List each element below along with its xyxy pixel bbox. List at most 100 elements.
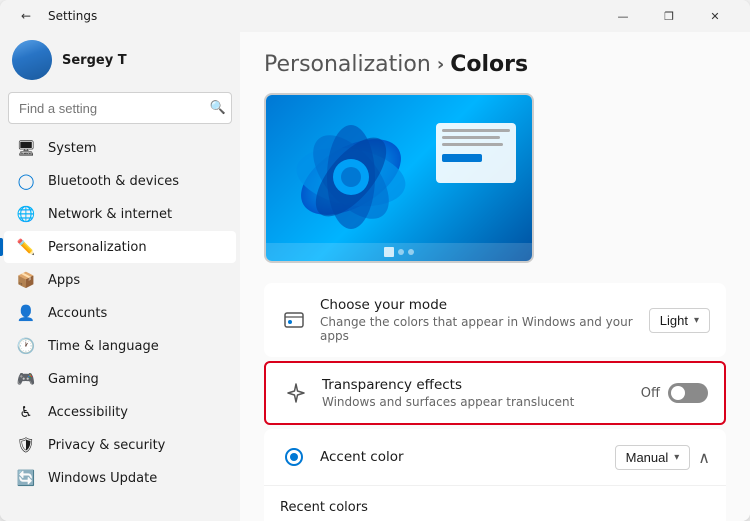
back-button[interactable]: ← (12, 2, 40, 30)
sidebar-item-privacy[interactable]: 🛡 Privacy & security (4, 429, 236, 461)
preview-window (436, 123, 516, 183)
sidebar-label-accessibility: Accessibility (48, 405, 128, 420)
sidebar-item-update[interactable]: 🔄 Windows Update (4, 462, 236, 494)
transparency-text: Transparency effects Windows and surface… (322, 377, 629, 409)
accent-header: Accent color Manual ▾ ∧ (264, 429, 726, 486)
search-icon[interactable]: 🔍 (210, 101, 226, 116)
sidebar-item-time[interactable]: 🕐 Time & language (4, 330, 236, 362)
mode-desc: Change the colors that appear in Windows… (320, 315, 637, 343)
recent-colors-section: Recent colors (264, 486, 726, 521)
bluetooth-icon: ◯ (16, 171, 36, 191)
sidebar: Sergey T 🔍 🖥 System ◯ Bluetooth & device… (0, 32, 240, 521)
accessibility-icon: ♿ (16, 402, 36, 422)
transparency-row: Transparency effects Windows and surface… (266, 363, 724, 423)
settings-window: ← Settings — ❐ ✕ Sergey T 🔍 🖥 Syste (0, 0, 750, 521)
transparency-label: Transparency effects (322, 377, 629, 393)
sidebar-label-accounts: Accounts (48, 306, 107, 321)
network-icon: 🌐 (16, 204, 36, 224)
privacy-icon: 🛡 (16, 435, 36, 455)
mode-icon (280, 306, 308, 334)
transparency-control: Off (641, 383, 708, 403)
mode-value: Light (660, 313, 688, 328)
preview-accent-bar (442, 154, 482, 162)
breadcrumb-current: Colors (450, 52, 528, 77)
mode-control: Light ▾ (649, 308, 710, 333)
apps-icon: 📦 (16, 270, 36, 290)
update-icon: 🔄 (16, 468, 36, 488)
sidebar-item-network[interactable]: 🌐 Network & internet (4, 198, 236, 230)
recent-colors-label: Recent colors (280, 500, 710, 515)
preview-taskbar-dot (398, 249, 404, 255)
titlebar: ← Settings — ❐ ✕ (0, 0, 750, 32)
mode-card: Choose your mode Change the colors that … (264, 283, 726, 357)
transparency-toggle[interactable] (668, 383, 708, 403)
wallpaper-svg (271, 100, 431, 255)
search-input[interactable] (8, 92, 232, 124)
breadcrumb: Personalization › Colors (264, 52, 726, 77)
sidebar-item-gaming[interactable]: 🎮 Gaming (4, 363, 236, 395)
accent-dropdown[interactable]: Manual ▾ (615, 445, 691, 470)
main-content: Personalization › Colors (240, 32, 750, 521)
sidebar-label-personalization: Personalization (48, 240, 147, 255)
accent-value: Manual (626, 450, 669, 465)
personalization-icon: ✏️ (16, 237, 36, 257)
close-button[interactable]: ✕ (692, 0, 738, 32)
mode-text: Choose your mode Change the colors that … (320, 297, 637, 343)
sidebar-label-system: System (48, 141, 96, 156)
time-icon: 🕐 (16, 336, 36, 356)
sidebar-label-time: Time & language (48, 339, 159, 354)
accent-text: Accent color (320, 449, 603, 465)
maximize-button[interactable]: ❐ (646, 0, 692, 32)
transparency-card: Transparency effects Windows and surface… (264, 361, 726, 425)
sidebar-label-privacy: Privacy & security (48, 438, 165, 453)
accounts-icon: 👤 (16, 303, 36, 323)
preview-line-2 (442, 136, 500, 139)
mode-label: Choose your mode (320, 297, 637, 313)
accent-control: Manual ▾ ∧ (615, 445, 710, 470)
search-box: 🔍 (8, 92, 232, 124)
toggle-thumb (671, 386, 685, 400)
accent-icon (280, 443, 308, 471)
avatar-image (12, 40, 52, 80)
sidebar-label-gaming: Gaming (48, 372, 99, 387)
user-name: Sergey T (62, 53, 127, 68)
preview-taskbar (266, 243, 532, 261)
sidebar-label-apps: Apps (48, 273, 80, 288)
transparency-icon (282, 379, 310, 407)
content-area: Sergey T 🔍 🖥 System ◯ Bluetooth & device… (0, 32, 750, 521)
mode-chevron-icon: ▾ (694, 315, 699, 326)
gaming-icon: 🎮 (16, 369, 36, 389)
preview-line-3 (442, 143, 503, 146)
avatar (12, 40, 52, 80)
minimize-button[interactable]: — (600, 0, 646, 32)
preview-taskbar-dot-2 (408, 249, 414, 255)
sidebar-item-accounts[interactable]: 👤 Accounts (4, 297, 236, 329)
sidebar-label-bluetooth: Bluetooth & devices (48, 174, 179, 189)
sidebar-item-apps[interactable]: 📦 Apps (4, 264, 236, 296)
sidebar-item-system[interactable]: 🖥 System (4, 132, 236, 164)
breadcrumb-parent: Personalization (264, 52, 431, 77)
sidebar-item-personalization[interactable]: ✏️ Personalization (4, 231, 236, 263)
window-controls: — ❐ ✕ (600, 0, 738, 32)
mode-row: Choose your mode Change the colors that … (264, 283, 726, 357)
palette-icon (283, 309, 305, 331)
breadcrumb-separator: › (437, 54, 444, 75)
mode-dropdown[interactable]: Light ▾ (649, 308, 710, 333)
sidebar-item-accessibility[interactable]: ♿ Accessibility (4, 396, 236, 428)
desktop-preview (264, 93, 534, 263)
sparkle-icon (285, 382, 307, 404)
user-profile[interactable]: Sergey T (0, 32, 240, 92)
accent-label: Accent color (320, 449, 603, 465)
preview-start-button (384, 247, 394, 257)
accent-chevron-icon: ▾ (674, 452, 679, 463)
color-circle-icon (283, 446, 305, 468)
window-title: Settings (48, 9, 97, 23)
preview-line-1 (442, 129, 510, 132)
sidebar-label-update: Windows Update (48, 471, 157, 486)
toggle-label: Off (641, 386, 660, 401)
sidebar-label-network: Network & internet (48, 207, 172, 222)
preview-lines (442, 129, 510, 146)
accent-collapse-icon[interactable]: ∧ (698, 448, 710, 467)
system-icon: 🖥 (16, 138, 36, 158)
sidebar-item-bluetooth[interactable]: ◯ Bluetooth & devices (4, 165, 236, 197)
